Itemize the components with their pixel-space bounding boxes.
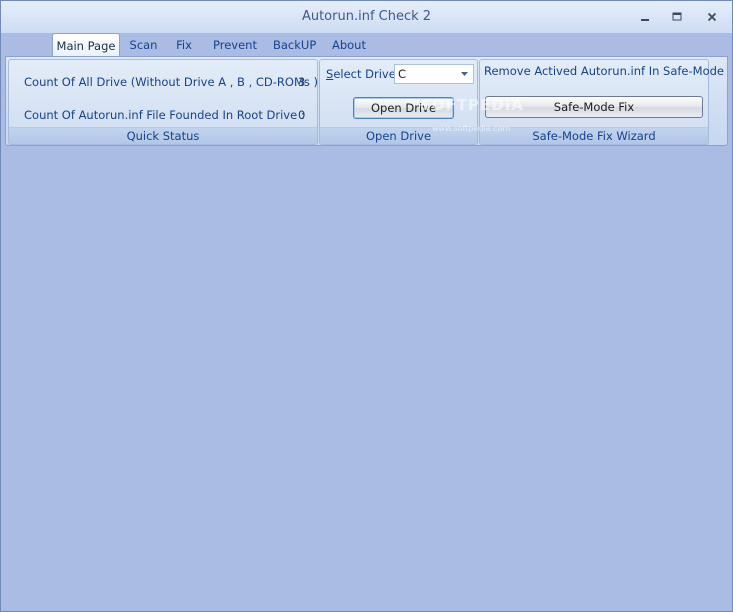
window-title: Autorun.inf Check 2 (301, 9, 432, 24)
select-drive-label: Select Drive (326, 67, 396, 81)
safe-mode-footer: Safe-Mode Fix Wizard (480, 127, 708, 144)
chevron-down-icon[interactable] (458, 67, 470, 81)
maximize-button[interactable] (665, 7, 689, 27)
quick-status-group: Count Of All Drive (Without Drive A , B … (8, 59, 326, 145)
tab-main-page[interactable]: Main Page (52, 33, 120, 58)
minimize-button[interactable] (633, 7, 657, 27)
tab-fix[interactable]: Fix (173, 35, 195, 55)
tab-prevent[interactable]: Prevent (210, 35, 260, 55)
main-page-panel: Count Of All Drive (Without Drive A , B … (5, 56, 728, 146)
autorun-count-label: Count Of Autorun.inf File Founded In Roo… (24, 108, 305, 122)
maximize-icon (672, 12, 682, 21)
title-bar[interactable]: Autorun.inf Check 2 (1, 1, 732, 33)
drive-count-label: Count Of All Drive (Without Drive A , B … (24, 75, 326, 89)
autorun-count-value: 0 (298, 108, 306, 122)
tab-about[interactable]: About (331, 35, 367, 55)
quick-status-footer: Quick Status (9, 127, 317, 144)
drive-select[interactable]: C (394, 64, 474, 84)
close-button[interactable] (700, 7, 724, 27)
softpedia-watermark: SOFTPEDIA (420, 96, 524, 114)
tab-scan[interactable]: Scan (127, 35, 160, 55)
ribbon: Main Page Scan Fix Prevent BackUP About … (5, 31, 728, 146)
ribbon-tab-strip: Main Page Scan Fix Prevent BackUP About (5, 31, 728, 58)
close-icon (707, 12, 717, 22)
softpedia-watermark-url: www.softpedia.com (432, 124, 511, 133)
minimize-icon (641, 19, 649, 21)
drive-count-value: 3 (298, 75, 306, 89)
drive-select-value: C (398, 67, 407, 81)
select-drive-label-text: elect Drive (333, 67, 396, 81)
safe-mode-description: Remove Actived Autorun.inf In Safe-Mode (484, 64, 724, 78)
tab-backup[interactable]: BackUP (273, 35, 316, 55)
app-window: Autorun.inf Check 2 Main Page Scan Fix P… (0, 0, 733, 612)
client-area (1, 147, 732, 611)
